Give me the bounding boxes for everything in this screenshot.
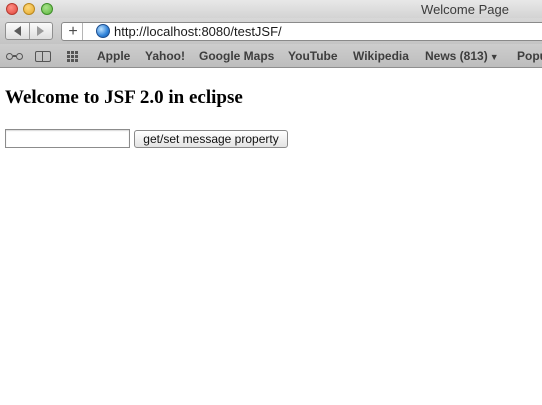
top-sites-grid-icon[interactable] [67,49,81,63]
bookmark-news-folder[interactable]: News (813) ▼ [425,48,499,65]
address-bar[interactable]: + http://localhost:8080/testJSF/ [61,22,542,41]
bookmark-apple[interactable]: Apple [97,48,130,64]
reading-list-icon[interactable] [6,49,26,63]
back-button[interactable] [6,23,29,39]
back-arrow-icon [13,26,21,36]
navigation-buttons [5,22,53,40]
bookmarks-book-icon[interactable] [35,49,53,63]
bookmark-news-label: News (813) [425,49,488,63]
bookmarks-bar: Apple Yahoo! Google Maps YouTube Wikiped… [0,44,542,68]
close-window-button[interactable] [6,3,18,15]
bookmark-yahoo[interactable]: Yahoo! [145,48,185,64]
forward-arrow-icon [37,26,45,36]
zoom-window-button[interactable] [41,3,53,15]
bookmark-popular[interactable]: Popu [517,48,542,64]
add-bookmark-button[interactable]: + [64,23,83,40]
bookmark-wikipedia[interactable]: Wikipedia [353,48,409,64]
title-bar: Welcome Page [0,0,542,18]
get-set-message-button[interactable]: get/set message property [134,130,288,148]
minimize-window-button[interactable] [23,3,35,15]
globe-icon [96,24,110,38]
browser-toolbar: + http://localhost:8080/testJSF/ [0,18,542,44]
forward-button[interactable] [28,23,53,39]
page-heading: Welcome to JSF 2.0 in eclipse [5,87,243,108]
bookmark-youtube[interactable]: YouTube [288,48,338,64]
chevron-down-icon: ▼ [489,52,499,62]
bookmark-google-maps[interactable]: Google Maps [199,48,274,64]
window-title: Welcome Page [421,2,509,17]
page-content: Welcome to JSF 2.0 in eclipse get/set me… [0,69,542,405]
url-text[interactable]: http://localhost:8080/testJSF/ [114,24,282,40]
message-input[interactable] [5,129,130,148]
